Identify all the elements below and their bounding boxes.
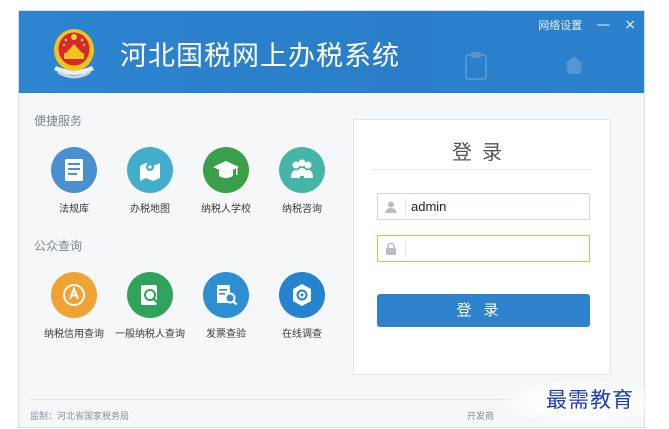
service-credit-query[interactable]: 纳税信用查询 — [39, 272, 109, 340]
username-input[interactable] — [411, 194, 586, 219]
login-button[interactable]: 登录 — [377, 294, 590, 327]
app-title: 河北国税网上办税系统 — [120, 41, 400, 72]
book-icon — [51, 147, 97, 193]
footer-developer: 开发商 — [467, 412, 495, 422]
network-settings-link[interactable]: 网络设置 — [538, 17, 582, 33]
credit-badge-icon — [51, 272, 97, 318]
watermark-text: 最需教育 — [546, 388, 634, 412]
section-title-convenience: 便捷服务 — [34, 114, 83, 128]
close-button[interactable]: × — [624, 18, 636, 32]
clipboard-decoration-icon — [465, 52, 487, 80]
home-decoration-icon — [564, 56, 584, 74]
minimize-button[interactable]: — — [596, 18, 610, 32]
survey-icon — [279, 272, 325, 318]
user-icon — [385, 201, 397, 213]
service-law-library[interactable]: 法规库 — [39, 147, 109, 215]
person-search-icon — [127, 272, 173, 318]
service-label: 在线调查 — [282, 329, 322, 340]
footer-supervisor: 监制：河北省国家税务局 — [30, 412, 130, 422]
login-panel: 登录 登录 — [353, 119, 611, 375]
service-label: 法规库 — [59, 204, 89, 215]
tax-emblem-icon — [54, 29, 94, 79]
service-label: 纳税信用查询 — [44, 329, 104, 340]
password-input[interactable] — [411, 236, 586, 261]
service-label: 纳税人学校 — [201, 204, 251, 215]
service-invoice-verify[interactable]: 发票查验 — [191, 272, 261, 340]
app-header: 河北国税网上办税系统 网络设置 — × — [19, 11, 644, 93]
invoice-search-icon — [203, 272, 249, 318]
field-separator — [405, 199, 406, 215]
service-online-survey[interactable]: 在线调查 — [267, 272, 337, 340]
service-label: 纳税咨询 — [282, 204, 322, 215]
service-taxpayer-school[interactable]: 纳税人学校 — [191, 147, 261, 215]
service-label: 发票查验 — [206, 329, 246, 340]
login-title: 登录 — [452, 140, 512, 164]
service-tax-map[interactable]: 办税地图 — [115, 147, 185, 215]
service-general-taxpayer-query[interactable]: 一般纳税人查询 — [115, 272, 185, 340]
lock-icon — [386, 242, 396, 255]
window-controls: 网络设置 — × — [538, 17, 636, 33]
service-tax-consult[interactable]: 纳税咨询 — [267, 147, 337, 215]
graduation-cap-icon — [203, 147, 249, 193]
app-window: 河北国税网上办税系统 网络设置 — × 便捷服务 法规库 办税地图 纳税人学校 — [18, 10, 645, 428]
username-field[interactable] — [377, 193, 590, 220]
people-consult-icon — [279, 147, 325, 193]
section-title-public-query: 公众查询 — [34, 239, 83, 253]
service-label: 一般纳税人查询 — [115, 329, 185, 340]
map-icon — [127, 147, 173, 193]
field-separator — [405, 241, 406, 257]
divider — [372, 169, 592, 170]
password-field[interactable] — [377, 235, 590, 262]
service-label: 办税地图 — [130, 204, 170, 215]
